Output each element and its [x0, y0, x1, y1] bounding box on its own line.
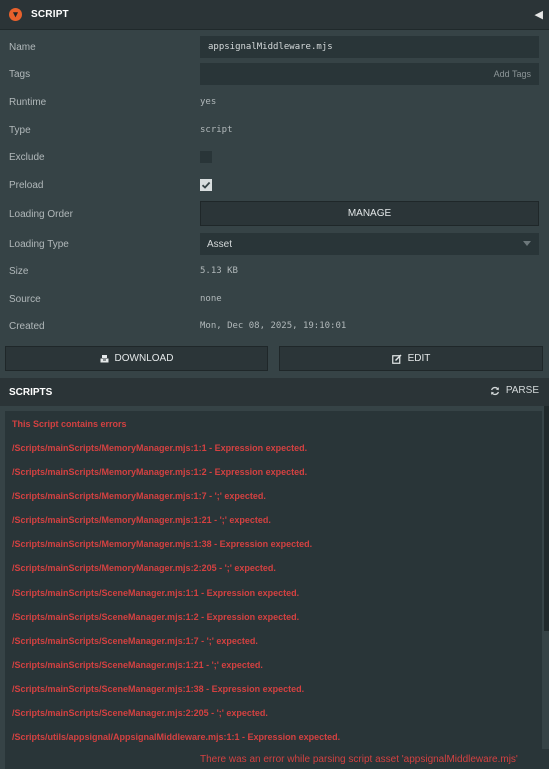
loading-order-label: Loading Order — [9, 208, 73, 220]
chevron-left-icon[interactable]: ◀ — [535, 8, 543, 21]
runtime-row: Runtime yes — [0, 90, 549, 114]
name-row: Name appsignalMiddleware.mjs — [0, 35, 549, 59]
type-value: script — [200, 125, 233, 135]
scripts-section-header: SCRIPTS PARSE — [0, 378, 549, 406]
download-button[interactable]: DOWNLOAD — [5, 346, 268, 371]
preload-row: Preload — [0, 173, 549, 197]
error-line: /Scripts/mainScripts/MemoryManager.mjs:1… — [12, 443, 308, 453]
loading-type-value: Asset — [207, 238, 233, 250]
tags-label: Tags — [9, 68, 31, 80]
size-label: Size — [9, 265, 29, 277]
type-row: Type script — [0, 118, 549, 142]
tags-row: Tags Add Tags — [0, 62, 549, 86]
exclude-row: Exclude — [0, 145, 549, 169]
loading-type-label: Loading Type — [9, 238, 69, 250]
dropdown-caret-icon — [523, 241, 531, 246]
preload-label: Preload — [9, 179, 44, 191]
status-error-message: There was an error while parsing script … — [200, 753, 518, 765]
collapse-toggle-icon[interactable]: ▾ — [9, 8, 22, 21]
scrollbar[interactable] — [544, 406, 549, 631]
source-value: none — [200, 294, 222, 304]
error-line: /Scripts/mainScripts/MemoryManager.mjs:1… — [12, 515, 271, 525]
error-line: /Scripts/mainScripts/MemoryManager.mjs:2… — [12, 563, 276, 573]
parse-button[interactable]: PARSE — [490, 385, 539, 396]
download-label: DOWNLOAD — [114, 353, 174, 364]
type-label: Type — [9, 124, 31, 136]
refresh-icon — [490, 386, 499, 395]
runtime-label: Runtime — [9, 96, 47, 108]
edit-label: EDIT — [407, 353, 431, 364]
source-label: Source — [9, 293, 41, 305]
size-row: Size 5.13 KB — [0, 259, 549, 283]
error-line: /Scripts/mainScripts/SceneManager.mjs:2:… — [12, 708, 268, 718]
parse-label: PARSE — [505, 385, 539, 396]
created-row: Created Mon, Dec 08, 2025, 19:10:01 — [0, 314, 549, 338]
error-line: /Scripts/mainScripts/SceneManager.mjs:1:… — [12, 660, 263, 670]
size-value: 5.13 KB — [200, 266, 238, 276]
name-label: Name — [9, 41, 36, 53]
errors-summary: This Script contains errors — [12, 419, 127, 429]
error-line: /Scripts/mainScripts/SceneManager.mjs:1:… — [12, 636, 258, 646]
exclude-label: Exclude — [9, 151, 45, 163]
tags-input[interactable]: Add Tags — [200, 63, 539, 85]
script-errors-list: This Script contains errors /Scripts/mai… — [5, 411, 542, 769]
runtime-value: yes — [200, 97, 217, 107]
loading-type-select[interactable]: Asset — [200, 233, 539, 255]
source-row: Source none — [0, 287, 549, 311]
download-icon — [100, 355, 109, 363]
status-bar: There was an error while parsing script … — [188, 749, 549, 769]
exclude-checkbox[interactable] — [200, 151, 212, 163]
edit-icon — [391, 354, 402, 364]
preload-checkbox[interactable] — [200, 179, 212, 191]
script-panel-header[interactable]: ▾ SCRIPT ◀ — [0, 0, 549, 30]
error-line: /Scripts/mainScripts/SceneManager.mjs:1:… — [12, 684, 305, 694]
error-line: /Scripts/mainScripts/SceneManager.mjs:1:… — [12, 588, 300, 598]
loading-type-row: Loading Type Asset — [0, 232, 549, 256]
tags-placeholder: Add Tags — [493, 69, 531, 79]
created-label: Created — [9, 320, 45, 332]
created-value: Mon, Dec 08, 2025, 19:10:01 — [200, 321, 347, 331]
loading-order-row: Loading Order MANAGE — [0, 201, 549, 226]
error-line: /Scripts/mainScripts/MemoryManager.mjs:1… — [12, 491, 266, 501]
error-line: /Scripts/mainScripts/SceneManager.mjs:1:… — [12, 612, 300, 622]
error-line: /Scripts/mainScripts/MemoryManager.mjs:1… — [12, 539, 313, 549]
scripts-title: SCRIPTS — [9, 386, 53, 398]
manage-button[interactable]: MANAGE — [200, 201, 539, 226]
error-line: /Scripts/mainScripts/MemoryManager.mjs:1… — [12, 467, 308, 477]
error-line: /Scripts/utils/appsignal/AppsignalMiddle… — [12, 732, 341, 742]
name-input[interactable]: appsignalMiddleware.mjs — [200, 36, 539, 58]
edit-button[interactable]: EDIT — [279, 346, 543, 371]
panel-title: SCRIPT — [31, 9, 69, 20]
checkmark-icon — [201, 181, 211, 189]
